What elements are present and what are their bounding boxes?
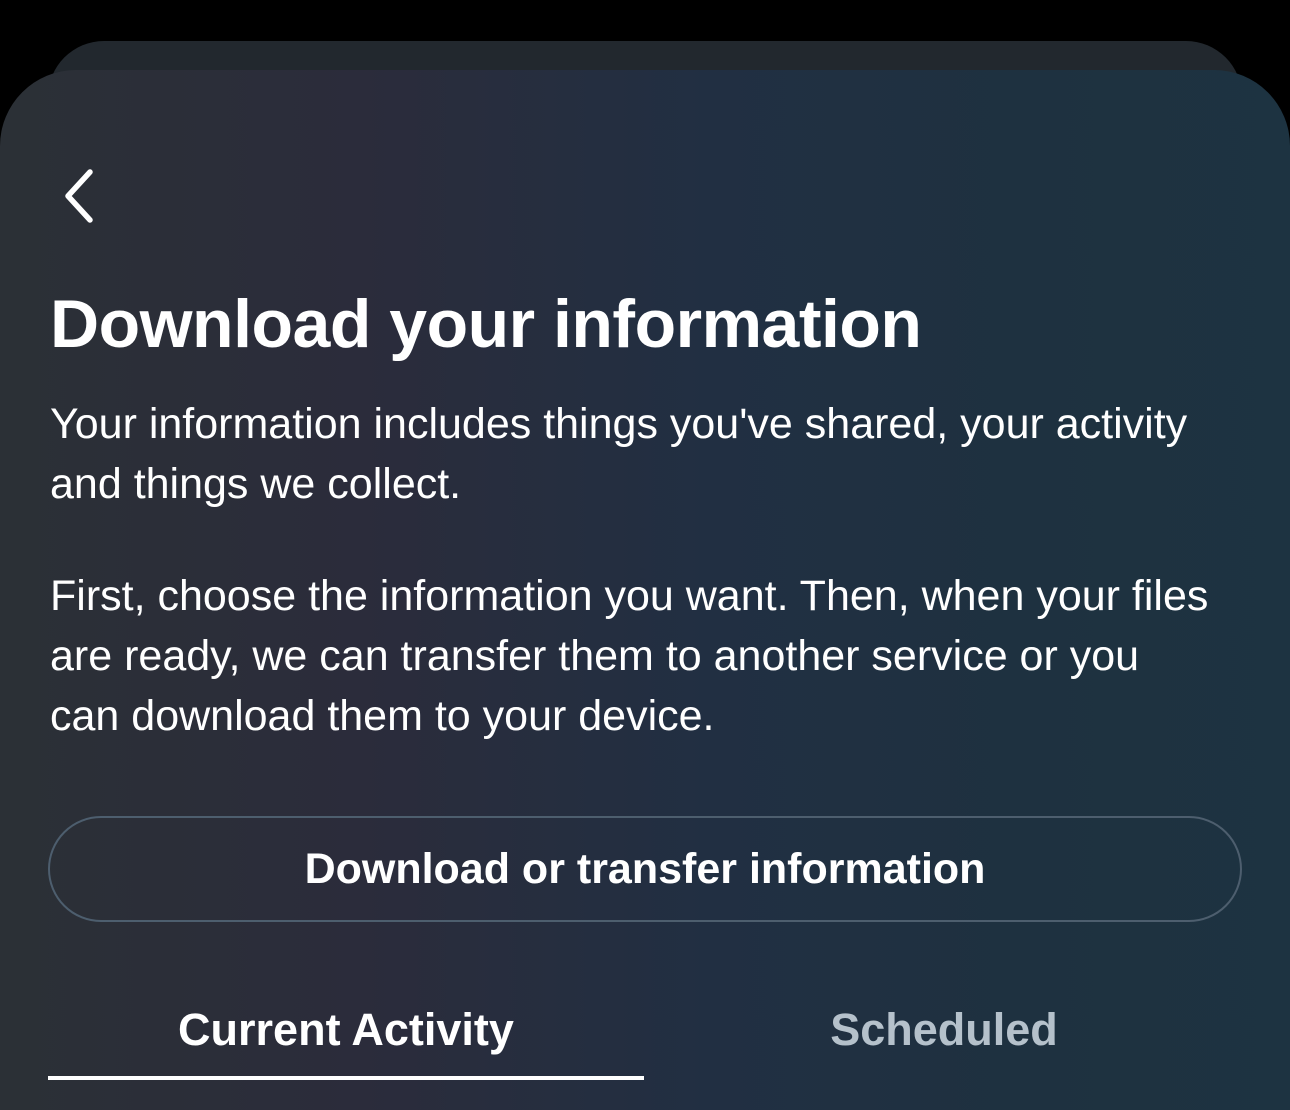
tab-scheduled[interactable]: Scheduled bbox=[646, 980, 1242, 1080]
selected-tab-indicator bbox=[48, 1076, 644, 1080]
instructions-paragraph: First, choose the information you want. … bbox=[50, 572, 1209, 740]
back-button[interactable] bbox=[50, 164, 106, 228]
chevron-left-icon bbox=[65, 169, 93, 223]
page-title: Download your information bbox=[50, 286, 922, 362]
tab-label: Scheduled bbox=[830, 1004, 1058, 1055]
activity-tabs: Current Activity Scheduled bbox=[48, 980, 1242, 1080]
tab-label: Current Activity bbox=[178, 1004, 514, 1055]
tab-current-activity[interactable]: Current Activity bbox=[48, 980, 644, 1080]
download-info-sheet: Download your information Your informati… bbox=[0, 70, 1290, 1110]
download-or-transfer-button[interactable]: Download or transfer information bbox=[48, 816, 1242, 922]
description-paragraph: Your information includes things you've … bbox=[50, 400, 1188, 508]
